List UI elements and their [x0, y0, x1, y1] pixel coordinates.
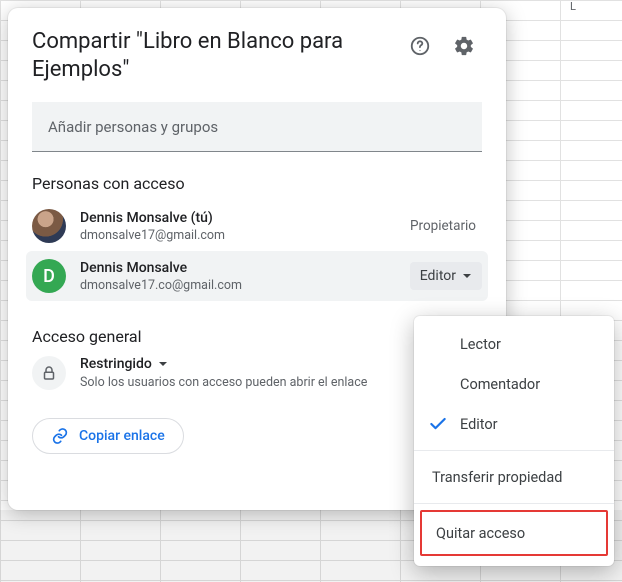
- menu-item-label: Comentador: [460, 376, 540, 393]
- menu-item-editor[interactable]: Editor: [414, 404, 614, 444]
- add-people-input[interactable]: Añadir personas y grupos: [32, 102, 482, 152]
- restricted-label: Restringido: [80, 356, 152, 372]
- menu-item-label: Transferir propiedad: [432, 469, 562, 486]
- role-menu: Lector Comentador Editor Transferir prop…: [414, 316, 614, 566]
- role-dropdown[interactable]: Editor: [410, 262, 482, 290]
- check-icon: [428, 414, 448, 434]
- person-row-editor: D Dennis Monsalve dmonsalve17.co@gmail.c…: [26, 251, 488, 301]
- menu-item-label: Quitar acceso: [436, 525, 525, 542]
- menu-separator: [414, 503, 614, 504]
- avatar: D: [32, 259, 66, 293]
- caret-down-icon: [158, 359, 168, 369]
- role-dropdown-label: Editor: [420, 268, 456, 284]
- help-icon[interactable]: [402, 28, 438, 64]
- menu-item-viewer[interactable]: Lector: [414, 324, 614, 364]
- dialog-title: Compartir "Libro en Blanco para Ejemplos…: [32, 28, 394, 84]
- menu-item-label: Lector: [460, 336, 501, 353]
- menu-item-label: Editor: [460, 416, 498, 433]
- annotation-highlight: Quitar acceso: [420, 510, 608, 556]
- caret-down-icon: [462, 271, 472, 281]
- copy-link-button[interactable]: Copiar enlace: [32, 418, 184, 454]
- person-row-owner: Dennis Monsalve (tú) dmonsalve17@gmail.c…: [26, 201, 488, 251]
- person-name: Dennis Monsalve (tú): [80, 210, 396, 226]
- owner-label: Propietario: [410, 218, 476, 234]
- avatar: [32, 209, 66, 243]
- copy-link-label: Copiar enlace: [79, 428, 165, 444]
- person-email: dmonsalve17.co@gmail.com: [80, 278, 396, 293]
- gear-icon[interactable]: [446, 28, 482, 64]
- menu-item-transfer-ownership[interactable]: Transferir propiedad: [414, 457, 614, 497]
- person-email: dmonsalve17@gmail.com: [80, 228, 396, 243]
- people-section-title: Personas con acceso: [32, 174, 482, 193]
- menu-separator: [414, 450, 614, 451]
- link-icon: [51, 427, 69, 445]
- add-people-placeholder: Añadir personas y grupos: [48, 118, 218, 136]
- menu-item-remove-access[interactable]: Quitar acceso: [422, 512, 606, 554]
- person-name: Dennis Monsalve: [80, 260, 396, 276]
- lock-icon: [32, 356, 66, 390]
- column-header-L: L: [570, 0, 576, 13]
- menu-item-commenter[interactable]: Comentador: [414, 364, 614, 404]
